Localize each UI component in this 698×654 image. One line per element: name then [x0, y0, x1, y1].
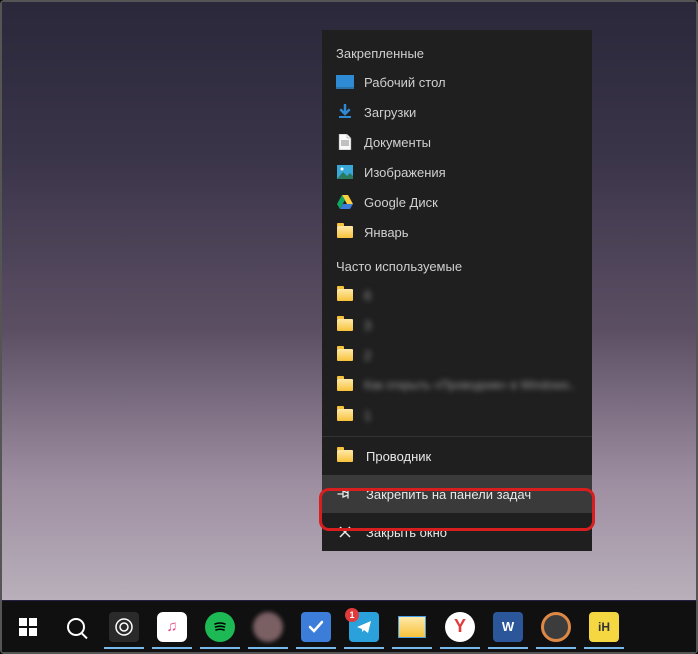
word-icon: W — [493, 612, 523, 642]
folder-icon — [336, 406, 354, 424]
frequent-section-header: Часто используемые — [322, 253, 592, 280]
blurred-icon — [253, 612, 283, 642]
explorer-icon — [397, 612, 427, 642]
folder-icon — [336, 376, 354, 394]
jumplist-frequent-item[interactable]: 6 — [322, 280, 592, 310]
jumplist-app-explorer[interactable]: Проводник — [322, 436, 592, 475]
jumplist-frequent-item[interactable]: Как открыть «Проводник» в Windows.. — [322, 370, 592, 400]
telegram-icon: 1 — [349, 612, 379, 642]
jumplist-item-label: Изображения — [364, 165, 446, 180]
taskbar-app-word[interactable]: W — [484, 605, 532, 649]
jumplist-action-label: Проводник — [366, 449, 431, 464]
pin-icon — [336, 485, 354, 503]
jumplist-item-label: 3 — [364, 318, 371, 333]
jumplist-actions: Проводник Закрепить на панели задач Закр… — [322, 436, 592, 551]
close-icon — [336, 523, 354, 541]
yandex-icon: Y — [445, 612, 475, 642]
taskbar-app-yandex[interactable]: Y — [436, 605, 484, 649]
taskbar-app-spotify[interactable] — [196, 605, 244, 649]
start-button[interactable] — [4, 605, 52, 649]
browser-icon — [541, 612, 571, 642]
jumplist-item-label: Документы — [364, 135, 431, 150]
windows-icon — [19, 618, 37, 636]
jumplist-item-documents[interactable]: Документы — [322, 127, 592, 157]
download-icon — [336, 103, 354, 121]
jumplist-close-window[interactable]: Закрыть окно — [322, 513, 592, 551]
taskbar-app-telegram[interactable]: 1 — [340, 605, 388, 649]
taskbar-app-browser[interactable] — [532, 605, 580, 649]
notification-badge: 1 — [345, 608, 359, 622]
checkmark-icon — [301, 612, 331, 642]
desktop-icon — [336, 73, 354, 91]
folder-icon — [336, 346, 354, 364]
folder-icon — [336, 286, 354, 304]
folder-icon — [336, 223, 354, 241]
search-button[interactable] — [52, 605, 100, 649]
itunes-icon: ♫ — [157, 612, 187, 642]
jumplist-item-label: Google Диск — [364, 195, 438, 210]
jumplist-item-gdrive[interactable]: Google Диск — [322, 187, 592, 217]
image-icon — [336, 163, 354, 181]
jumplist-frequent-item[interactable]: 3 — [322, 310, 592, 340]
jumplist-item-label: 2 — [364, 348, 371, 363]
taskbar-app-itunes[interactable]: ♫ — [148, 605, 196, 649]
pocket-icon — [109, 612, 139, 642]
jumplist-item-label: Как открыть «Проводник» в Windows.. — [364, 378, 576, 392]
jumplist-item-downloads[interactable]: Загрузки — [322, 97, 592, 127]
taskbar-app-unknown[interactable] — [244, 605, 292, 649]
pinned-section-header: Закрепленные — [322, 40, 592, 67]
spotify-icon — [205, 612, 235, 642]
jumplist-menu: Закрепленные Рабочий стол Загрузки Докум… — [322, 30, 592, 551]
jumplist-item-label: Загрузки — [364, 105, 416, 120]
app-icon: iH — [589, 612, 619, 642]
jumplist-item-january[interactable]: Январь — [322, 217, 592, 247]
document-icon — [336, 133, 354, 151]
jumplist-item-label: Рабочий стол — [364, 75, 446, 90]
folder-icon — [336, 316, 354, 334]
jumplist-action-label: Закрепить на панели задач — [366, 487, 531, 502]
jumplist-item-images[interactable]: Изображения — [322, 157, 592, 187]
jumplist-item-desktop[interactable]: Рабочий стол — [322, 67, 592, 97]
jumplist-frequent-item[interactable]: 1 — [322, 400, 592, 430]
taskbar-app-todo[interactable] — [292, 605, 340, 649]
taskbar-app-yellow[interactable]: iH — [580, 605, 628, 649]
jumplist-action-label: Закрыть окно — [366, 525, 447, 540]
jumplist-item-label: 1 — [364, 408, 371, 423]
gdrive-icon — [336, 193, 354, 211]
search-icon — [67, 618, 85, 636]
taskbar: ♫ 1 Y W iH — [2, 600, 696, 652]
taskbar-app-pocket[interactable] — [100, 605, 148, 649]
jumplist-item-label: 6 — [364, 288, 371, 303]
jumplist-pin-taskbar[interactable]: Закрепить на панели задач — [322, 475, 592, 513]
jumplist-item-label: Январь — [364, 225, 409, 240]
jumplist-frequent-item[interactable]: 2 — [322, 340, 592, 370]
taskbar-app-explorer[interactable] — [388, 605, 436, 649]
folder-icon — [336, 447, 354, 465]
